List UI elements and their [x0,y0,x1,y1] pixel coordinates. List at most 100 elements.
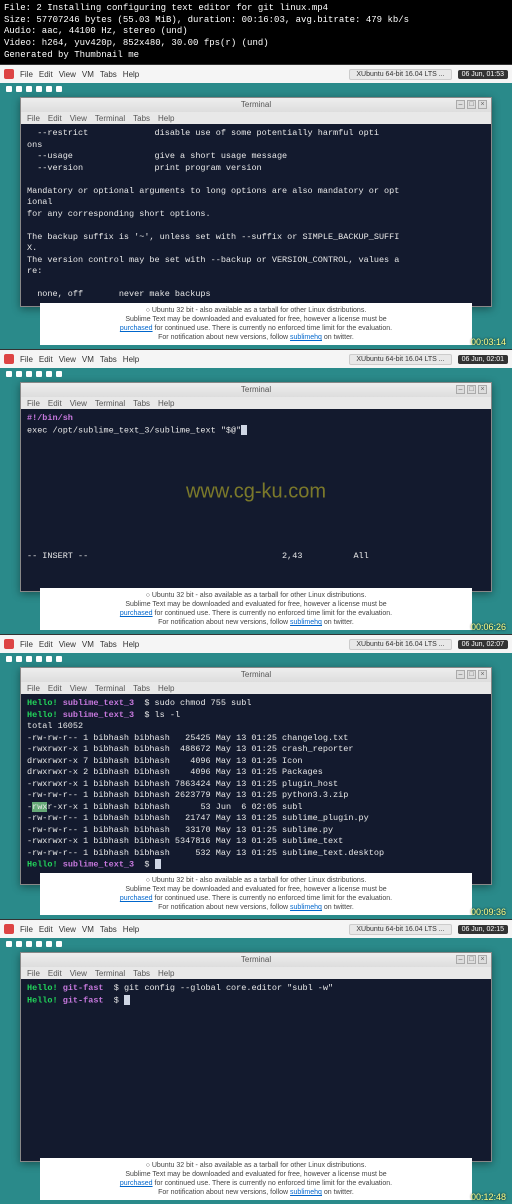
panel-launcher-icon[interactable] [46,941,52,947]
close-icon[interactable]: × [478,955,487,964]
purchase-link[interactable]: purchased [120,325,153,332]
twitter-link[interactable]: sublimehq [290,619,322,626]
panel-launcher-icon[interactable] [36,941,42,947]
vm-menu-item[interactable]: Tabs [100,355,117,364]
vm-tab[interactable]: XUbuntu 64-bit 16.04 LTS ... [349,69,451,80]
terminal-titlebar[interactable]: Terminal–□× [21,668,491,682]
panel-launcher-icon[interactable] [6,656,12,662]
vm-tab[interactable]: XUbuntu 64-bit 16.04 LTS ... [349,639,451,650]
panel-launcher-icon[interactable] [26,656,32,662]
panel-launcher-icon[interactable] [16,656,22,662]
terminal-menu-item[interactable]: Terminal [95,114,125,123]
terminal-menu-item[interactable]: File [27,969,40,978]
panel-launcher-icon[interactable] [6,941,12,947]
terminal-body[interactable]: Hello! sublime_text_3 $ sudo chmod 755 s… [21,694,491,884]
terminal-menu-item[interactable]: File [27,684,40,693]
vm-menu-item[interactable]: VM [82,355,94,364]
panel-launcher-icon[interactable] [36,371,42,377]
terminal-menu-item[interactable]: View [70,114,87,123]
terminal-menu-item[interactable]: Terminal [95,684,125,693]
panel-launcher-icon[interactable] [36,86,42,92]
terminal-menu-item[interactable]: Tabs [133,684,150,693]
close-icon[interactable]: × [478,385,487,394]
terminal-menu-item[interactable]: Help [158,399,174,408]
vm-menu-item[interactable]: Edit [39,925,53,934]
terminal-menu-item[interactable]: Terminal [95,969,125,978]
minimize-icon[interactable]: – [456,100,465,109]
panel-launcher-icon[interactable] [16,371,22,377]
purchase-link[interactable]: purchased [120,895,153,902]
panel-launcher-icon[interactable] [16,86,22,92]
twitter-link[interactable]: sublimehq [290,1189,322,1196]
vm-menu-item[interactable]: File [20,355,33,364]
terminal-menu-item[interactable]: Tabs [133,969,150,978]
vm-menu-item[interactable]: Tabs [100,925,117,934]
terminal-menu-item[interactable]: Edit [48,684,62,693]
terminal-menu-item[interactable]: Help [158,114,174,123]
vm-menu-item[interactable]: View [59,70,76,79]
purchase-link[interactable]: purchased [120,610,153,617]
vm-menu-item[interactable]: Tabs [100,70,117,79]
vm-menu-item[interactable]: VM [82,640,94,649]
close-icon[interactable]: × [478,100,487,109]
terminal-menu-item[interactable]: Edit [48,399,62,408]
terminal-menu-item[interactable]: Tabs [133,399,150,408]
terminal-body[interactable]: #!/bin/shexec /opt/sublime_text_3/sublim… [21,409,491,591]
vm-menu-item[interactable]: Help [123,355,139,364]
vm-tab[interactable]: XUbuntu 64-bit 16.04 LTS ... [349,924,451,935]
vm-menu-item[interactable]: Help [123,70,139,79]
panel-launcher-icon[interactable] [46,371,52,377]
terminal-menu-item[interactable]: File [27,399,40,408]
twitter-link[interactable]: sublimehq [290,334,322,341]
terminal-menu-item[interactable]: File [27,114,40,123]
vm-menu-item[interactable]: File [20,925,33,934]
terminal-menu-item[interactable]: View [70,969,87,978]
panel-launcher-icon[interactable] [6,86,12,92]
vm-menu-item[interactable]: File [20,640,33,649]
vm-menu-item[interactable]: Help [123,640,139,649]
vm-menu-item[interactable]: VM [82,925,94,934]
vm-menu-item[interactable]: VM [82,70,94,79]
terminal-menu-item[interactable]: Help [158,969,174,978]
vm-menu-item[interactable]: Edit [39,70,53,79]
panel-launcher-icon[interactable] [46,656,52,662]
maximize-icon[interactable]: □ [467,385,476,394]
terminal-body[interactable]: --restrict disable use of some potential… [21,124,491,306]
vm-menu-item[interactable]: File [20,70,33,79]
vm-menu-item[interactable]: View [59,355,76,364]
terminal-menu-item[interactable]: Terminal [95,399,125,408]
panel-launcher-icon[interactable] [36,656,42,662]
terminal-menu-item[interactable]: Edit [48,969,62,978]
panel-launcher-icon[interactable] [26,941,32,947]
vm-menu-item[interactable]: Tabs [100,640,117,649]
minimize-icon[interactable]: – [456,670,465,679]
vm-menu-item[interactable]: View [59,925,76,934]
vm-tab[interactable]: XUbuntu 64-bit 16.04 LTS ... [349,354,451,365]
terminal-menu-item[interactable]: View [70,399,87,408]
terminal-menu-item[interactable]: Edit [48,114,62,123]
panel-launcher-icon[interactable] [56,656,62,662]
vm-menu-item[interactable]: Edit [39,355,53,364]
twitter-link[interactable]: sublimehq [290,904,322,911]
close-icon[interactable]: × [478,670,487,679]
terminal-menu-item[interactable]: Tabs [133,114,150,123]
vm-menu-item[interactable]: Edit [39,640,53,649]
terminal-titlebar[interactable]: Terminal–□× [21,383,491,397]
terminal-titlebar[interactable]: Terminal–□× [21,98,491,112]
maximize-icon[interactable]: □ [467,100,476,109]
terminal-body[interactable]: Hello! git-fast $ git config --global co… [21,979,491,1161]
panel-launcher-icon[interactable] [56,371,62,377]
maximize-icon[interactable]: □ [467,955,476,964]
panel-launcher-icon[interactable] [16,941,22,947]
vm-menu-item[interactable]: Help [123,925,139,934]
terminal-titlebar[interactable]: Terminal–□× [21,953,491,967]
purchase-link[interactable]: purchased [120,1180,153,1187]
minimize-icon[interactable]: – [456,955,465,964]
maximize-icon[interactable]: □ [467,670,476,679]
panel-launcher-icon[interactable] [56,86,62,92]
panel-launcher-icon[interactable] [56,941,62,947]
minimize-icon[interactable]: – [456,385,465,394]
terminal-menu-item[interactable]: Help [158,684,174,693]
panel-launcher-icon[interactable] [6,371,12,377]
panel-launcher-icon[interactable] [26,86,32,92]
